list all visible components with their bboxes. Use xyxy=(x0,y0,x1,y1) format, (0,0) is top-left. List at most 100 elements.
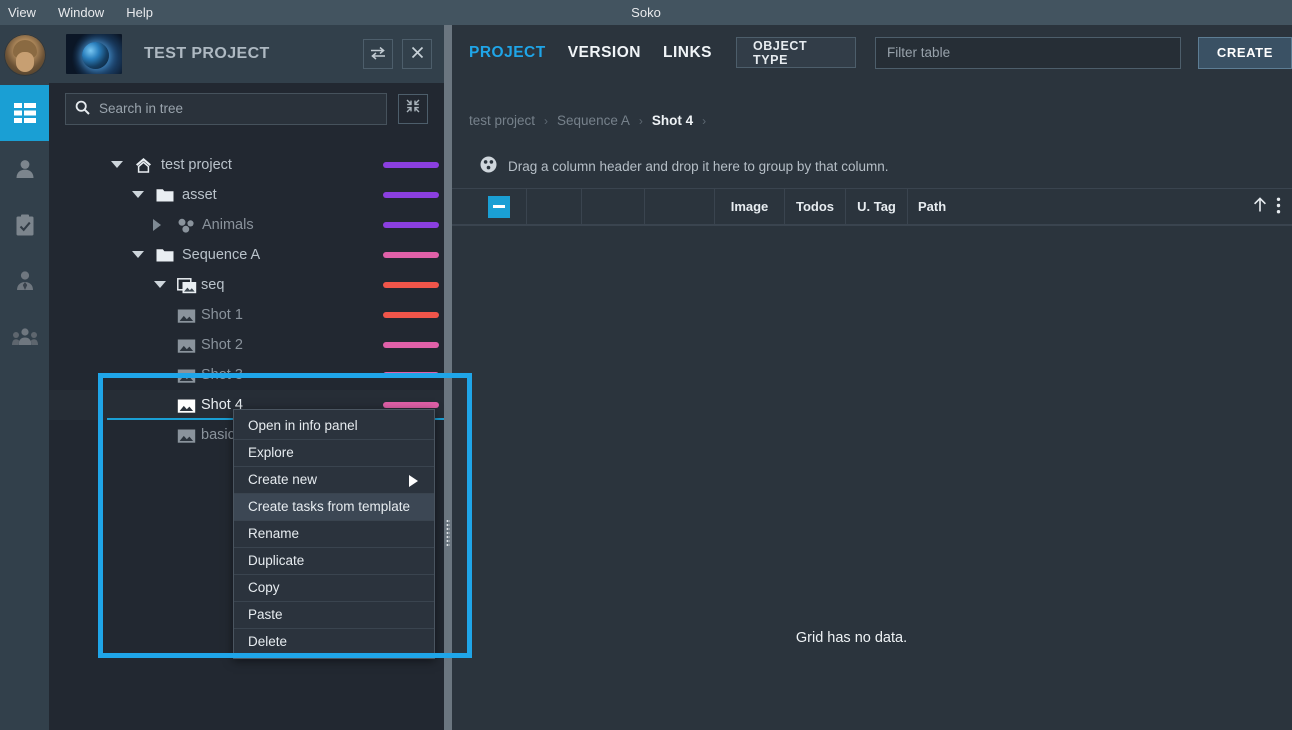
rail-item-person[interactable] xyxy=(0,141,49,197)
planet-thumbnail xyxy=(66,34,122,74)
tab-project[interactable]: PROJECT xyxy=(469,44,546,62)
tree-item-label: Shot 1 xyxy=(201,307,243,323)
vertical-dots-icon[interactable] xyxy=(1276,197,1281,219)
folder-icon xyxy=(156,247,174,266)
rail-item-tasks[interactable] xyxy=(0,197,49,253)
filter-table-input[interactable]: Filter table xyxy=(875,36,1181,69)
swap-project-button[interactable] xyxy=(363,39,393,69)
context-menu-item-create-tasks-from-template[interactable]: Create tasks from template xyxy=(234,494,434,520)
content-toolbar: PROJECT VERSION LINKS OBJECT TYPE Filter… xyxy=(452,25,1292,80)
project-header: TEST PROJECT xyxy=(49,25,444,83)
object-type-button[interactable]: OBJECT TYPE xyxy=(735,37,857,68)
context-menu-item-label: Create new xyxy=(248,472,318,487)
tree-item-color-bar xyxy=(383,372,439,378)
create-button[interactable]: CREATE xyxy=(1197,36,1292,69)
tree-item-animals[interactable]: Animals xyxy=(49,210,444,240)
tree-item-label: Animals xyxy=(202,217,254,233)
context-menu-item-duplicate[interactable]: Duplicate xyxy=(234,548,434,574)
tab-links[interactable]: LINKS xyxy=(663,44,712,62)
tree-item-color-bar xyxy=(383,312,439,318)
tree-item-color-bar xyxy=(383,192,439,198)
grid-col-path[interactable]: Path xyxy=(908,188,978,225)
tab-version[interactable]: VERSION xyxy=(568,44,641,62)
tree-item-seq[interactable]: seq xyxy=(49,270,444,300)
tree-item-label: asset xyxy=(182,187,217,203)
window-title: Soko xyxy=(631,5,661,20)
context-menu: Open in info panel Explore Create new Cr… xyxy=(233,409,435,659)
chevron-down-icon[interactable] xyxy=(132,251,144,258)
grid-col-todos[interactable]: Todos xyxy=(785,188,846,225)
tree-item-label: Sequence A xyxy=(182,247,261,263)
tree-item-shot-3[interactable]: Shot 3 xyxy=(49,360,444,390)
grid-select-all-cell[interactable] xyxy=(472,188,527,225)
grid-col-blank-1[interactable] xyxy=(527,188,582,225)
shot-icon xyxy=(177,368,196,388)
project-title: TEST PROJECT xyxy=(144,45,270,62)
shot-icon xyxy=(177,398,196,418)
breadcrumb-item-shot-4[interactable]: Shot 4 xyxy=(652,113,693,128)
grid-col-blank-2[interactable] xyxy=(582,188,645,225)
close-project-button[interactable] xyxy=(402,39,432,69)
people-group-icon xyxy=(11,327,38,347)
tree-item-label: seq xyxy=(201,277,225,293)
tree-item-test-project[interactable]: test project xyxy=(49,150,444,180)
context-menu-item-create-new[interactable]: Create new xyxy=(234,467,434,493)
context-menu-item-paste[interactable]: Paste xyxy=(234,602,434,628)
breadcrumb-item-test-project[interactable]: test project xyxy=(469,113,535,128)
rail-item-supervisor[interactable] xyxy=(0,253,49,309)
chevron-down-icon[interactable] xyxy=(132,191,144,198)
chevron-right-icon[interactable] xyxy=(153,219,161,231)
context-menu-item-copy[interactable]: Copy xyxy=(234,575,434,601)
app-root: View Window Help Soko TEST PROJECT Searc… xyxy=(0,0,1292,730)
filter-placeholder: Filter table xyxy=(887,45,951,60)
tree-item-color-bar xyxy=(383,162,439,168)
tree-item-label: test project xyxy=(161,157,232,173)
breadcrumb-item-sequence-a[interactable]: Sequence A xyxy=(557,113,630,128)
chevron-down-icon[interactable] xyxy=(154,281,166,288)
splitter-grip[interactable] xyxy=(446,519,450,547)
sort-ascending-icon[interactable] xyxy=(1253,197,1267,218)
context-menu-item-explore[interactable]: Explore xyxy=(234,440,434,466)
grid-col-blank-3[interactable] xyxy=(645,188,715,225)
folder-icon xyxy=(156,187,174,206)
select-all-checkbox[interactable] xyxy=(488,195,510,218)
context-menu-item-open-in-info-panel[interactable]: Open in info panel xyxy=(234,413,434,439)
rail-item-groups[interactable] xyxy=(0,309,49,365)
panel-splitter[interactable] xyxy=(444,25,452,730)
tree-item-shot-1[interactable]: Shot 1 xyxy=(49,300,444,330)
tree-item-color-bar xyxy=(383,222,439,228)
tree-item-asset[interactable]: asset xyxy=(49,180,444,210)
avatar[interactable] xyxy=(0,25,49,85)
grid-col-utag[interactable]: U. Tag xyxy=(846,188,908,225)
home-icon xyxy=(135,157,152,177)
search-input[interactable]: Search in tree xyxy=(65,92,387,125)
collapse-tree-button[interactable] xyxy=(398,93,428,124)
breadcrumb: test project › Sequence A › Shot 4 › xyxy=(469,113,715,128)
search-placeholder: Search in tree xyxy=(99,101,184,116)
person-tie-icon xyxy=(14,270,36,292)
grid-col-image[interactable]: Image xyxy=(715,188,785,225)
clipboard-check-icon xyxy=(15,214,35,237)
search-row: Search in tree xyxy=(49,83,444,134)
tree-item-label: Shot 2 xyxy=(201,337,243,353)
tree-item-label: Shot 3 xyxy=(201,367,243,383)
rail-item-grid[interactable] xyxy=(0,85,49,141)
swap-arrows-icon xyxy=(370,46,386,63)
breadcrumb-separator-icon: › xyxy=(702,113,707,128)
context-menu-item-rename[interactable]: Rename xyxy=(234,521,434,547)
group-by-dropzone[interactable]: Drag a column header and drop it here to… xyxy=(452,145,1292,189)
shot-icon xyxy=(177,338,196,358)
project-tree: test project asset Animals Sequence A se… xyxy=(49,150,444,450)
sequence-icon xyxy=(177,278,197,298)
context-menu-item-delete[interactable]: Delete xyxy=(234,629,434,655)
grid-header-row: Image Todos U. Tag Path xyxy=(452,188,1292,226)
breadcrumb-separator-icon: › xyxy=(544,113,549,128)
search-icon xyxy=(75,100,90,118)
chevron-down-icon[interactable] xyxy=(111,161,123,168)
tree-item-label: basic xyxy=(201,427,235,443)
grid-body: Grid has no data. xyxy=(452,228,1292,730)
group-by-hint: Drag a column header and drop it here to… xyxy=(508,159,889,174)
avatar-image xyxy=(3,34,46,76)
tree-item-sequence-a[interactable]: Sequence A xyxy=(49,240,444,270)
tree-item-shot-2[interactable]: Shot 2 xyxy=(49,330,444,360)
